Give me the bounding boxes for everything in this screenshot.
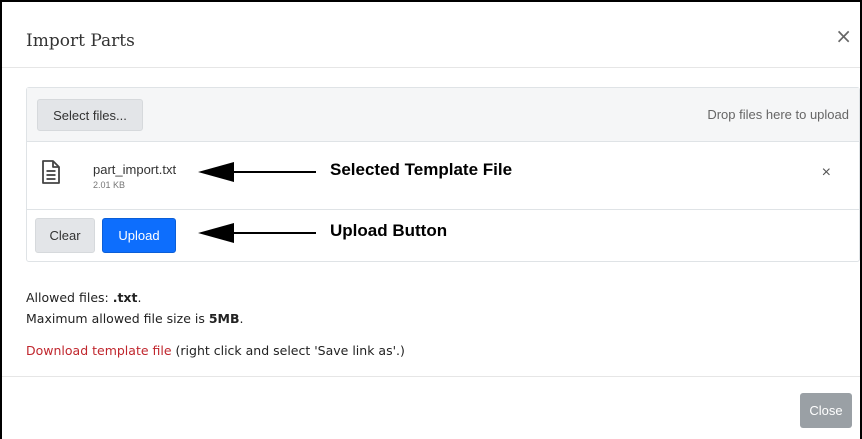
annotation-upload-label: Upload Button [330, 221, 448, 240]
clear-button[interactable]: Clear [35, 218, 95, 253]
close-icon[interactable]: × [835, 26, 852, 46]
file-name: part_import.txt [93, 162, 177, 177]
select-files-button[interactable]: Select files... [37, 99, 143, 131]
modal-header: Import Parts × [2, 2, 860, 68]
upload-button[interactable]: Upload [102, 218, 176, 253]
close-button[interactable]: Close [800, 393, 852, 428]
modal-title: Import Parts [26, 31, 135, 51]
remove-file-icon[interactable]: × [822, 164, 831, 182]
annotation-arrow-upload [198, 223, 316, 243]
allowed-files-text: Allowed files: .txt. [26, 290, 142, 305]
document-icon [42, 160, 60, 184]
download-template-line: Download template file (right click and … [26, 343, 405, 358]
file-size: 2.01 KB [93, 180, 126, 190]
max-size-text: Maximum allowed file size is 5MB. [26, 311, 244, 326]
download-template-link[interactable]: Download template file [26, 343, 172, 358]
drop-zone-hint[interactable]: Drop files here to upload [707, 107, 849, 122]
annotation-arrow-file [198, 162, 316, 182]
annotation-file-label: Selected Template File [330, 160, 513, 179]
modal-footer: Close [2, 376, 860, 439]
upload-toolbar: Select files... Drop files here to uploa… [27, 88, 859, 142]
download-note: (right click and select 'Save link as'.) [171, 343, 405, 358]
